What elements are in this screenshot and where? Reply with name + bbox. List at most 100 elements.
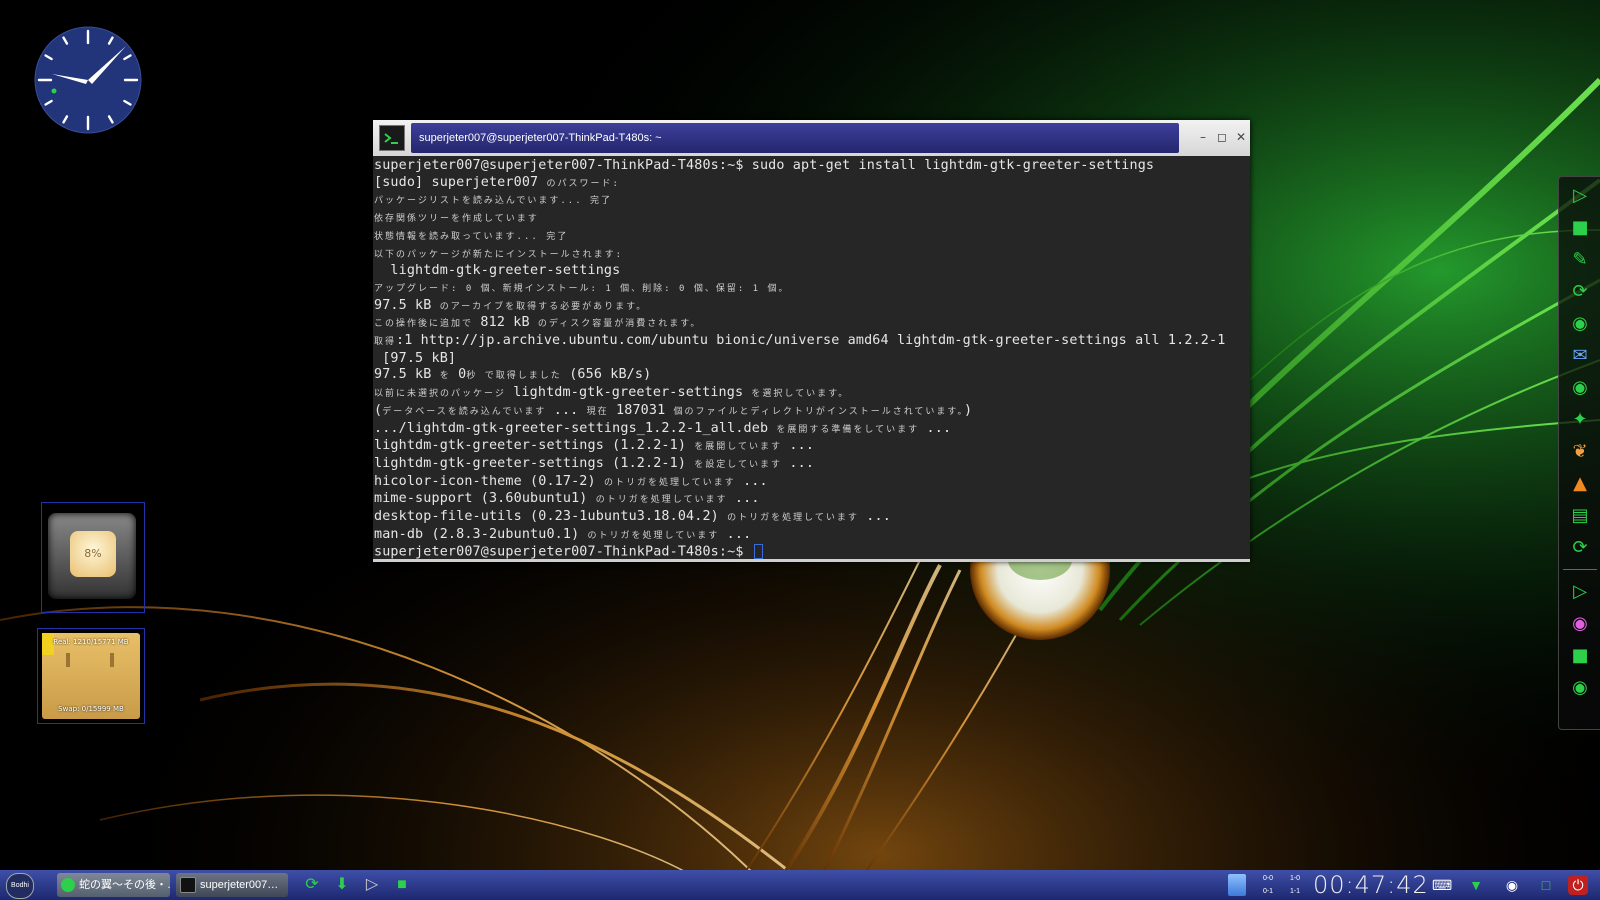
terminal-window[interactable]: superjeter007@superjeter007-ThinkPad-T48…: [373, 120, 1250, 562]
terminal-line: [97.5 kB]: [374, 351, 1248, 368]
bodhi-menu-button[interactable]: Bodhi: [6, 873, 34, 899]
text-editor-icon[interactable]: ✎: [1567, 247, 1593, 273]
terminal-jp-text: のトリガを処理しています: [587, 530, 727, 541]
terminal-jp-text: のトリガを処理しています: [727, 513, 867, 524]
refresh-launcher-icon[interactable]: ⟳: [300, 873, 324, 897]
terminal-text: lightdm-gtk-greeter-settings: [513, 385, 752, 401]
terminal-line: [sudo] superjeter007 のパスワード:: [374, 175, 1248, 193]
vlc-icon[interactable]: ▲: [1567, 471, 1593, 497]
terminal-text: 812 kB: [480, 315, 538, 331]
terminal-line: 依存関係ツリーを作成しています: [374, 210, 1248, 228]
memory-swap-label: Swap: 0/15999 MB: [58, 705, 124, 713]
window-title-tab[interactable]: superjeter007@superjeter007-ThinkPad-T48…: [411, 123, 1179, 153]
terminal-output: superjeter007@superjeter007-ThinkPad-T48…: [373, 156, 1250, 559]
terminal-jp-text: を展開しています: [694, 442, 790, 453]
refresh-icon[interactable]: ⟳: [1567, 279, 1593, 305]
taskbar-task-terminal[interactable]: superjeter007…: [176, 873, 288, 897]
close-button[interactable]: ✕: [1232, 128, 1250, 146]
window-icon[interactable]: □: [1536, 875, 1556, 895]
terminal-text: hicolor-icon-theme (0.17-2): [374, 473, 604, 489]
terminal-line: 取得:1 http://jp.archive.ubuntu.com/ubuntu…: [374, 333, 1248, 351]
terminal-jp-text: 以下のパッケージが新たにインストールされます:: [374, 249, 624, 260]
terminal-jp-text: のパスワード:: [546, 178, 620, 189]
camera-icon[interactable]: ◉: [1567, 375, 1593, 401]
keyboard-icon[interactable]: ⌨: [1432, 875, 1452, 895]
taskbar-task-browser[interactable]: 蛇の翼〜その後・…: [57, 873, 170, 897]
terminal-jp-text: 取得: [374, 337, 397, 348]
terminal-line: 以前に未選択のパッケージ lightdm-gtk-greeter-setting…: [374, 385, 1248, 403]
folder-icon[interactable]: ■: [1567, 215, 1593, 241]
terminal-text: lightdm-gtk-greeter-settings: [374, 263, 621, 279]
folder-icon[interactable]: ■: [1567, 643, 1593, 669]
bird-icon[interactable]: ❦: [1567, 439, 1593, 465]
task-label: superjeter007…: [200, 879, 279, 891]
window-titlebar[interactable]: superjeter007@superjeter007-ThinkPad-T48…: [373, 120, 1250, 156]
terminal-text: ...: [866, 509, 891, 525]
terminal-line: superjeter007@superjeter007-ThinkPad-T48…: [374, 544, 1248, 559]
terminal-task-icon: [180, 877, 196, 894]
spiral-icon[interactable]: ⟳: [1567, 535, 1593, 561]
right-dock: ▷ ■ ✎ ⟳ ◉ ✉ ◉ ✦ ❦ ▲ ▤ ⟳ ▷ ◉ ■ ◉: [1558, 176, 1600, 730]
terminal-jp-text: 秒 で取得しました: [466, 371, 570, 382]
terminal-line: man-db (2.8.3-2ubuntu0.1) のトリガを処理しています .…: [374, 527, 1248, 545]
pager-label: 1-0: [1289, 875, 1301, 882]
terminal-text-area[interactable]: superjeter007@superjeter007-ThinkPad-T48…: [373, 156, 1250, 562]
workspace-pager-1[interactable]: 0-0 0-1: [1257, 872, 1279, 898]
terminal-text: ...: [734, 491, 760, 507]
terminal-text: ...: [726, 526, 752, 542]
folder-launcher-icon[interactable]: ■: [390, 873, 414, 897]
eye-icon[interactable]: ◉: [1567, 611, 1593, 637]
firefox-icon[interactable]: ◉: [1567, 675, 1593, 701]
pager-label: 0-1: [1262, 888, 1274, 895]
memory-real-label: Real: 1210/15771 MB: [53, 638, 129, 646]
terminal-text: (: [374, 402, 383, 418]
thunderbird-icon[interactable]: ✉: [1567, 343, 1593, 369]
terminal-text: 97.5 kB: [374, 297, 440, 313]
terminal-text: ...: [789, 438, 815, 454]
volume-icon[interactable]: ◉: [1502, 875, 1522, 895]
taskbar: Bodhi 蛇の翼〜その後・… superjeter007… ⟳ ⬇ ▷ ■ 0…: [0, 870, 1600, 900]
browser-task-icon: [61, 878, 75, 893]
terminal-line: パッケージリストを読み込んでいます... 完了: [374, 192, 1248, 210]
terminal-line: mime-support (3.60ubuntu1) のトリガを処理しています …: [374, 491, 1248, 509]
terminal-jp-text: のアーカイブを取得する必要があります。: [439, 301, 648, 312]
memory-box-icon: Real: 1210/15771 MB Swap: 0/15999 MB: [42, 633, 140, 719]
workspace-pager-2[interactable]: 1-0 1-1: [1284, 872, 1306, 898]
gimp-icon[interactable]: ✦: [1567, 407, 1593, 433]
terminal-jp-text: データベースを読み込んでいます: [382, 406, 554, 417]
notes-tray-icon[interactable]: [1228, 874, 1246, 896]
firefox-icon[interactable]: ◉: [1567, 311, 1593, 337]
terminal-text: [97.5 kB]: [374, 350, 457, 366]
terminal-line: 以下のパッケージが新たにインストールされます:: [374, 246, 1248, 264]
cpu-gauge: 8%: [48, 513, 136, 599]
terminal-jp-text: この操作後に追加で: [374, 319, 481, 330]
taskbar-clock[interactable]: 00:47:42: [1313, 870, 1429, 900]
terminal-cursor: [753, 544, 763, 559]
terminal-text: ): [964, 402, 973, 418]
terminal-jp-text: パッケージリストを読み込んでいます... 完了: [374, 196, 613, 207]
terminal-jp-text: 個のファイルとディレクトリがインストールされています。: [673, 406, 965, 417]
terminal-text: ...: [926, 420, 952, 436]
wifi-icon[interactable]: ▼: [1466, 875, 1486, 895]
terminal-text: ...: [553, 402, 587, 418]
pager-label: 0-0: [1262, 875, 1274, 882]
download-launcher-icon[interactable]: ⬇: [330, 873, 354, 897]
terminal-jp-text: 以前に未選択のパッケージ: [374, 389, 514, 400]
desktop-clock-widget: [34, 26, 142, 134]
terminal-jp-text: を設定しています: [694, 459, 790, 470]
terminal-line: lightdm-gtk-greeter-settings (1.2.2-1) を…: [374, 438, 1248, 456]
terminal-icon[interactable]: ▷: [1567, 183, 1593, 209]
terminal-jp-text: のトリガを処理しています: [603, 477, 744, 488]
terminal-jp-text: のトリガを処理しています: [595, 495, 735, 506]
cpu-monitor-widget: 8%: [41, 502, 145, 613]
terminal-launcher-icon[interactable]: ▷: [360, 873, 384, 897]
terminal-jp-text: を展開する準備をしています: [776, 424, 927, 435]
minimize-button[interactable]: –: [1194, 128, 1212, 146]
terminal-line: アップグレード: 0 個、新規インストール: 1 個、削除: 0 個、保留: 1…: [374, 280, 1248, 298]
power-icon[interactable]: ⏻: [1568, 875, 1588, 895]
terminal-jp-text: 依存関係ツリーを作成しています: [374, 214, 539, 225]
terminal-line: lightdm-gtk-greeter-settings (1.2.2-1) を…: [374, 456, 1248, 474]
document-icon[interactable]: ▤: [1567, 503, 1593, 529]
terminal-icon[interactable]: ▷: [1567, 579, 1593, 605]
maximize-button[interactable]: ◻: [1213, 128, 1231, 146]
